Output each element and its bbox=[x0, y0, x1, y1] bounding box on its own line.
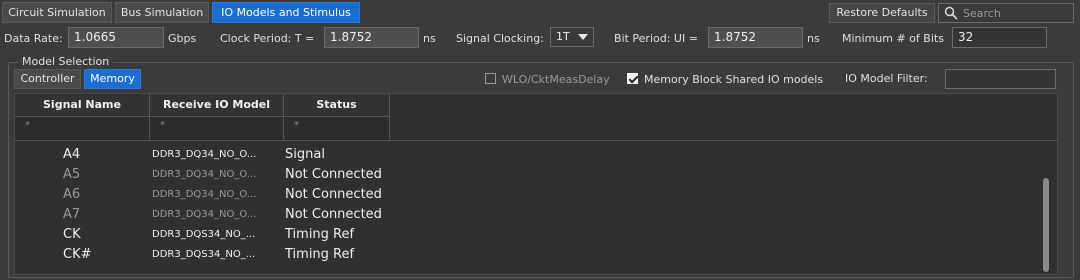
tab-io-models-and-stimulus[interactable]: IO Models and Stimulus bbox=[212, 2, 360, 23]
shared-io-label: Memory Block Shared IO models bbox=[644, 73, 824, 86]
signal-name: A6 bbox=[63, 187, 81, 202]
filter-signal-name[interactable]: * bbox=[15, 116, 150, 140]
clock-period-unit: ns bbox=[423, 32, 436, 45]
shared-io-checkbox[interactable] bbox=[627, 73, 638, 84]
signal-status: Not Connected bbox=[285, 207, 382, 222]
tab-circuit-simulation[interactable]: Circuit Simulation bbox=[2, 2, 112, 23]
min-bits-label: Minimum # of Bits bbox=[842, 32, 944, 45]
receive-io-model[interactable]: DDR3_DQ34_NO_O... bbox=[152, 185, 256, 205]
signal-status: Timing Ref bbox=[285, 227, 355, 242]
signal-name: A4 bbox=[63, 147, 81, 162]
min-bits-field[interactable]: 32 bbox=[952, 27, 1047, 48]
search-placeholder: Search bbox=[963, 7, 1001, 20]
tab-memory[interactable]: Memory bbox=[84, 69, 141, 89]
signal-status: Timing Ref bbox=[285, 247, 355, 262]
bit-period-label: Bit Period: UI = bbox=[614, 32, 698, 45]
header-divider bbox=[15, 140, 1057, 141]
signal-clocking-label: Signal Clocking: bbox=[456, 32, 544, 45]
data-rate-label: Data Rate: bbox=[4, 32, 63, 45]
io-model-filter-label: IO Model Filter: bbox=[845, 72, 928, 85]
signal-table: Signal Name Receive IO Model Status * * … bbox=[14, 93, 1058, 275]
signal-status: Signal bbox=[285, 147, 325, 162]
table-row[interactable]: A4 DDR3_DQ34_NO_O... Signal bbox=[15, 145, 1045, 165]
table-row[interactable]: A5 DDR3_DQ34_NO_O... Not Connected bbox=[15, 165, 1045, 185]
vertical-scrollbar[interactable] bbox=[1043, 142, 1049, 272]
receive-io-model[interactable]: DDR3_DQ34_NO_O... bbox=[152, 205, 256, 225]
column-header-status[interactable]: Status bbox=[284, 94, 390, 116]
tab-bus-simulation[interactable]: Bus Simulation bbox=[115, 2, 209, 23]
column-header-receive-io-model[interactable]: Receive IO Model bbox=[150, 94, 284, 116]
search-icon bbox=[944, 6, 958, 23]
table-row[interactable]: A7 DDR3_DQ34_NO_O... Not Connected bbox=[15, 205, 1045, 225]
signal-name: CK bbox=[63, 227, 81, 242]
signal-name: A7 bbox=[63, 207, 81, 222]
wlo-checkbox[interactable] bbox=[485, 73, 496, 84]
restore-defaults-button[interactable]: Restore Defaults bbox=[829, 3, 935, 23]
data-rate-field[interactable]: 1.0665 bbox=[68, 27, 164, 48]
signal-status: Not Connected bbox=[285, 187, 382, 202]
wlo-label: WLO/CktMeasDelay bbox=[502, 73, 610, 86]
table-row[interactable]: A6 DDR3_DQ34_NO_O... Not Connected bbox=[15, 185, 1045, 205]
signal-clocking-select[interactable]: 1T bbox=[550, 27, 594, 47]
receive-io-model[interactable]: DDR3_DQ34_NO_O... bbox=[152, 145, 256, 165]
signal-name: A5 bbox=[63, 167, 81, 182]
signal-name: CK# bbox=[63, 247, 92, 262]
filter-receive-io-model[interactable]: * bbox=[150, 116, 284, 140]
filter-status[interactable]: * bbox=[284, 116, 390, 140]
table-row[interactable]: CK# DDR3_DQS34_NO_... Timing Ref bbox=[15, 245, 1045, 265]
signal-clocking-value: 1T bbox=[556, 30, 570, 43]
io-model-filter-input[interactable] bbox=[945, 69, 1056, 89]
table-row[interactable]: CK DDR3_DQS34_NO_... Timing Ref bbox=[15, 225, 1045, 245]
chevron-down-icon bbox=[578, 34, 588, 40]
scrollbar-thumb[interactable] bbox=[1043, 178, 1049, 272]
data-rate-unit: Gbps bbox=[168, 32, 197, 45]
bit-period-unit: ns bbox=[807, 32, 820, 45]
bit-period-field[interactable]: 1.8752 bbox=[708, 27, 803, 48]
receive-io-model[interactable]: DDR3_DQ34_NO_O... bbox=[152, 165, 256, 185]
search-input[interactable]: Search bbox=[938, 3, 1074, 23]
clock-period-field[interactable]: 1.8752 bbox=[324, 27, 419, 48]
receive-io-model[interactable]: DDR3_DQS34_NO_... bbox=[152, 245, 255, 265]
column-header-signal-name[interactable]: Signal Name bbox=[15, 94, 150, 116]
tab-controller[interactable]: Controller bbox=[14, 69, 81, 89]
signal-status: Not Connected bbox=[285, 167, 382, 182]
model-selection-title: Model Selection bbox=[18, 55, 114, 68]
clock-period-label: Clock Period: T = bbox=[220, 32, 315, 45]
receive-io-model[interactable]: DDR3_DQS34_NO_... bbox=[152, 225, 255, 245]
